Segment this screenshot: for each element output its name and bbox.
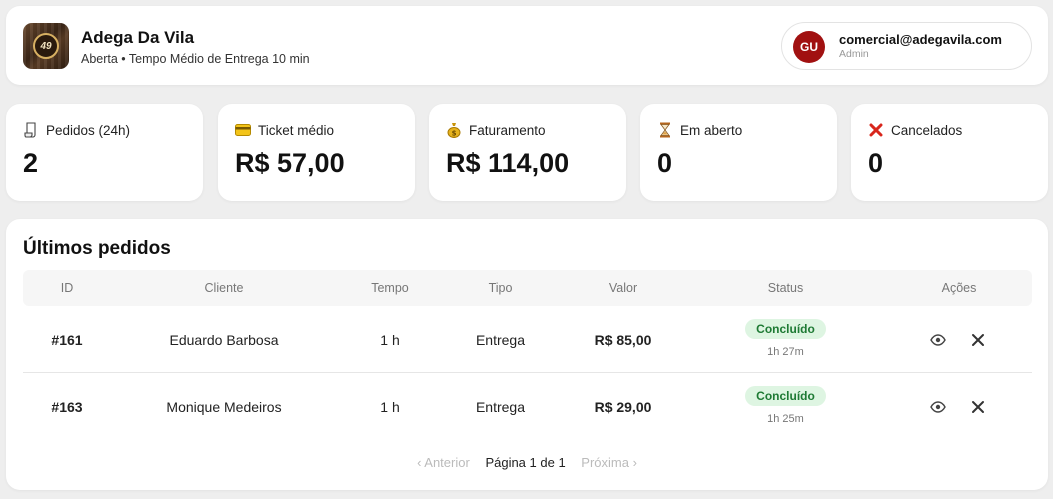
stat-value: 0 — [657, 148, 673, 178]
stat-label: Pedidos (24h) — [46, 122, 131, 138]
order-type: Entrega — [475, 399, 526, 415]
view-order-button[interactable] — [928, 330, 948, 350]
stat-value: R$ 57,00 — [235, 148, 345, 178]
stat-card-cancelled: Cancelados 0 — [851, 104, 1048, 201]
stat-card-revenue: $ Faturamento R$ 114,00 — [429, 104, 626, 201]
stat-label: Ticket médio — [258, 122, 335, 138]
svg-text:$: $ — [452, 130, 457, 138]
column-header-time: Tempo — [371, 281, 409, 295]
column-header-id: ID — [60, 281, 74, 295]
stat-label: Cancelados — [891, 122, 963, 138]
order-status: Concluído 1h 25m — [688, 386, 883, 430]
status-time: 1h 25m — [767, 413, 804, 425]
cross-mark-icon — [868, 122, 884, 138]
stat-label: Em aberto — [680, 122, 743, 138]
pagination-prev-button[interactable]: ‹ Anterior — [417, 455, 470, 470]
user-role: Admin — [839, 48, 869, 60]
user-menu[interactable]: GU comercial@adegavila.com Admin — [781, 22, 1032, 70]
avatar: GU — [793, 31, 825, 63]
pagination-next-button[interactable]: Próxima › — [581, 455, 637, 470]
recent-orders-panel: Últimos pedidos ID Cliente Tempo Tipo Va… — [6, 219, 1048, 490]
order-value: R$ 29,00 — [594, 399, 652, 415]
close-icon — [972, 401, 984, 413]
cancel-order-button[interactable] — [968, 397, 988, 417]
order-id: #163 — [51, 399, 83, 415]
column-header-status: Status — [767, 281, 804, 295]
user-email: comercial@adegavila.com — [839, 32, 1002, 47]
credit-card-icon — [235, 122, 251, 138]
section-title: Últimos pedidos — [23, 238, 171, 259]
stat-label: Faturamento — [469, 122, 546, 138]
money-bag-icon: $ — [446, 122, 462, 138]
stat-value: 2 — [23, 148, 39, 178]
view-order-button[interactable] — [928, 397, 948, 417]
stat-value: 0 — [868, 148, 884, 178]
eye-icon — [930, 334, 946, 346]
order-time: 1 h — [380, 399, 400, 415]
stat-value: R$ 114,00 — [446, 148, 570, 178]
status-badge: Concluído — [745, 386, 826, 406]
receipt-icon — [23, 122, 39, 138]
order-status: Concluído 1h 27m — [688, 319, 883, 363]
store-logo-badge: 49 — [33, 33, 59, 59]
order-id: #161 — [51, 332, 83, 348]
order-value: R$ 85,00 — [594, 332, 652, 348]
order-type: Entrega — [475, 332, 526, 348]
column-header-type: Tipo — [488, 281, 513, 295]
store-name: Adega Da Vila — [81, 28, 195, 47]
order-client: Eduardo Barbosa — [169, 332, 279, 348]
close-icon — [972, 334, 984, 346]
hourglass-icon — [657, 122, 673, 138]
column-header-client: Cliente — [204, 281, 244, 295]
store-header: 49 Adega Da Vila Aberta • Tempo Médio de… — [6, 6, 1048, 85]
pagination: ‹ Anterior Página 1 de 1 Próxima › — [6, 455, 1048, 470]
status-time: 1h 27m — [767, 346, 804, 358]
cancel-order-button[interactable] — [968, 330, 988, 350]
status-badge: Concluído — [745, 319, 826, 339]
stat-card-open: Em aberto 0 — [640, 104, 837, 201]
store-status: Aberta • Tempo Médio de Entrega 10 min — [81, 52, 310, 66]
eye-icon — [930, 401, 946, 413]
order-client: Monique Medeiros — [166, 399, 282, 415]
table-row: #161 Eduardo Barbosa 1 h Entrega R$ 85,0… — [23, 307, 1032, 373]
order-time: 1 h — [380, 332, 400, 348]
pagination-current: Página 1 de 1 — [485, 455, 566, 470]
stat-card-orders: Pedidos (24h) 2 — [6, 104, 203, 201]
column-header-actions: Ações — [941, 281, 977, 295]
column-header-value: Valor — [608, 281, 638, 295]
table-row: #163 Monique Medeiros 1 h Entrega R$ 29,… — [23, 374, 1032, 440]
table-header: ID Cliente Tempo Tipo Valor Status Ações — [23, 270, 1032, 306]
store-logo: 49 — [23, 23, 69, 69]
stat-card-ticket: Ticket médio R$ 57,00 — [218, 104, 415, 201]
